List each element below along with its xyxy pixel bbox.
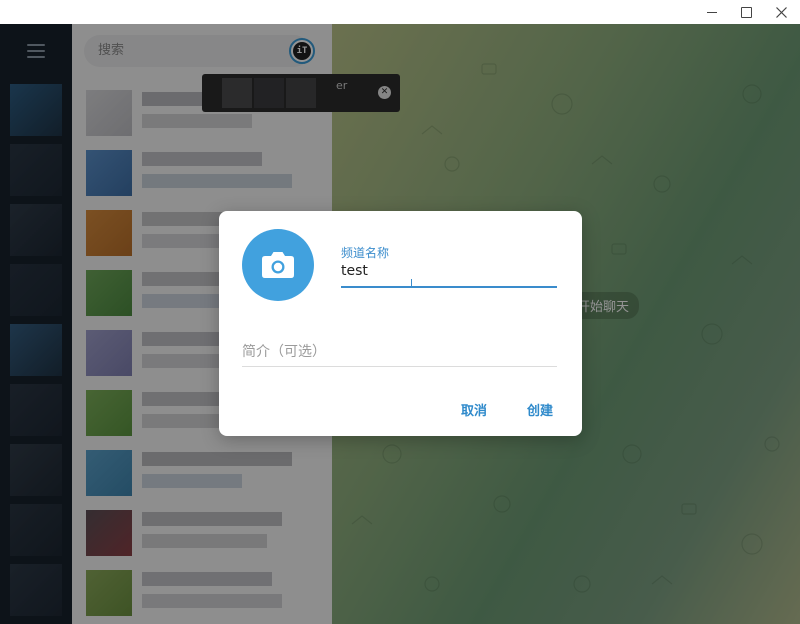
minimize-button[interactable] xyxy=(697,0,727,24)
upload-photo-button[interactable] xyxy=(242,229,314,301)
create-button[interactable]: 创建 xyxy=(527,400,553,419)
description-input[interactable]: 简介（可选） xyxy=(242,341,557,367)
channel-name-input[interactable]: test xyxy=(341,263,368,279)
close-icon xyxy=(775,6,787,18)
camera-icon xyxy=(262,252,294,278)
create-channel-dialog: 频道名称 test 简介（可选） 取消 创建 xyxy=(219,211,582,436)
minimize-icon xyxy=(707,11,717,13)
channel-name-label: 频道名称 xyxy=(341,246,390,260)
cancel-button[interactable]: 取消 xyxy=(461,400,487,419)
channel-name-underline xyxy=(341,286,557,288)
maximize-icon xyxy=(740,6,752,18)
close-window-button[interactable] xyxy=(766,0,796,24)
maximize-button[interactable] xyxy=(731,0,761,24)
window-titlebar xyxy=(0,0,800,24)
